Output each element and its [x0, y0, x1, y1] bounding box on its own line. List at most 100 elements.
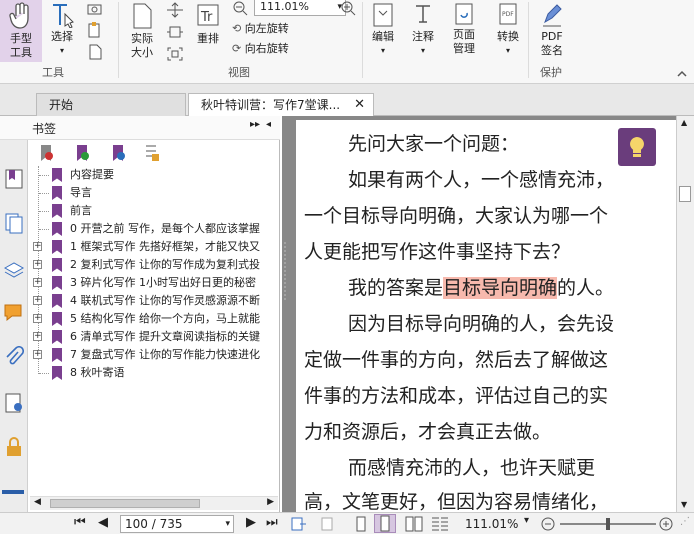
bookmark-item[interactable]: 8 秋叶寄语	[0, 364, 280, 382]
bookmark-item[interactable]: +2 复利式写作 让你的写作成为复利式投	[0, 256, 280, 274]
single-page-icon[interactable]	[352, 516, 370, 532]
close-icon[interactable]: ✕	[354, 94, 365, 116]
bookmark-item[interactable]: +6 清单式写作 提升文章阅读指标的关键	[0, 328, 280, 346]
bookmark-item[interactable]: +1 框架式写作 先搭好框架，才能又快又	[0, 238, 280, 256]
text-highlight[interactable]: 目标导向明确	[443, 277, 558, 299]
fit-width-icon[interactable]	[166, 24, 184, 40]
chevron-down-icon: ▾	[59, 46, 64, 55]
file-icon[interactable]	[86, 44, 104, 60]
tree-branch	[39, 193, 49, 194]
small-tools	[86, 2, 106, 62]
page-number-input[interactable]: 100 / 735 ▾	[120, 515, 234, 533]
add-bookmark-icon[interactable]	[74, 144, 90, 162]
page-manage-button[interactable]: 页面 管理	[446, 0, 482, 56]
scroll-up-icon[interactable]: ▲	[681, 118, 687, 127]
zoom-slider-thumb[interactable]	[606, 518, 610, 530]
reflow-button[interactable]: Tr 重排	[192, 0, 224, 46]
convert-button[interactable]: PDF 转换 ▾	[490, 0, 526, 58]
attachment-icon[interactable]	[4, 346, 24, 368]
bookmark-label: 0 开营之前 写作，是每个人都应该掌握	[70, 222, 260, 235]
delete-bookmark-icon[interactable]	[38, 144, 54, 162]
bookmark-hscroll[interactable]: ◀ ▶	[30, 496, 278, 510]
scroll-down-icon[interactable]: ▼	[681, 500, 687, 509]
zoom-out-icon[interactable]	[540, 516, 556, 532]
fit-visible-icon[interactable]	[166, 46, 184, 62]
lock-icon[interactable]	[4, 436, 24, 458]
vscroll-thumb[interactable]	[679, 186, 691, 202]
collapse-panel-icon[interactable]: ◂	[266, 119, 271, 130]
fit-tools	[166, 2, 186, 62]
zoom-select[interactable]: 111.01% ▾	[254, 0, 346, 16]
bookmark-item[interactable]: 导言	[0, 184, 280, 202]
zoom-dropdown-icon[interactable]: ▾	[524, 515, 529, 526]
rotate-right-button[interactable]: ⟳ 向右旋转	[232, 40, 289, 58]
rotate-right-label: 向右旋转	[244, 42, 289, 55]
prev-page-icon[interactable]: ◀	[98, 515, 108, 530]
bookmark-icon	[52, 186, 62, 200]
bookmark-item[interactable]: 内容提要	[0, 166, 280, 184]
expand-toggle-icon[interactable]: +	[33, 260, 42, 269]
bookmark-item[interactable]: +7 复盘式写作 让你的写作能力快速进化	[0, 346, 280, 364]
bookmark-item[interactable]: +4 联机式写作 让你的写作灵感源源不断	[0, 292, 280, 310]
document-vscroll[interactable]: ▲ ▼	[676, 116, 694, 512]
signature-panel-icon[interactable]	[4, 392, 24, 414]
comment-button[interactable]: 注释 ▾	[406, 0, 440, 58]
next-page-icon[interactable]: ▶	[246, 515, 256, 530]
tab-document[interactable]: 秋叶特训营：写作7堂课... ✕	[188, 93, 374, 116]
thumbnails-icon[interactable]	[4, 212, 24, 234]
scroll-right-icon[interactable]: ▶	[267, 497, 274, 507]
next-view-icon[interactable]	[316, 516, 334, 532]
bookmark-hscroll-thumb[interactable]	[50, 499, 200, 508]
hand-icon	[9, 2, 29, 29]
chevron-up-icon[interactable]	[676, 68, 688, 78]
expand-toggle-icon[interactable]: +	[33, 296, 42, 305]
bookmark-label: 1 框架式写作 先搭好框架，才能又快又	[70, 240, 260, 253]
scroll-left-icon[interactable]: ◀	[34, 497, 41, 507]
zoom-out-icon[interactable]	[232, 0, 248, 16]
fit-page-icon[interactable]	[166, 2, 184, 18]
screenshot-icon[interactable]	[86, 2, 104, 16]
bookmark-item[interactable]: +5 结构化写作 给你一个方向，马上就能	[0, 310, 280, 328]
expand-toggle-icon[interactable]: +	[33, 278, 42, 287]
pen-sign-icon	[543, 4, 562, 27]
svg-text:Tr: Tr	[200, 10, 213, 25]
prev-view-icon[interactable]	[290, 516, 308, 532]
bookmark-nav-icon[interactable]	[4, 168, 24, 190]
expand-toggle-icon[interactable]: +	[33, 350, 42, 359]
zoom-in-icon[interactable]	[340, 0, 356, 16]
zoom-value: 111.01%	[260, 0, 309, 13]
first-page-icon[interactable]: ⏮	[74, 515, 86, 530]
hand-tool-button[interactable]: 手型 工具	[0, 0, 42, 62]
select-button[interactable]: 选择 ▾	[44, 0, 80, 58]
add-child-bookmark-icon[interactable]	[110, 144, 126, 162]
zoom-in-icon[interactable]	[658, 516, 674, 532]
expand-panel-icon[interactable]: ▸▸	[250, 119, 260, 130]
facing-page-icon[interactable]	[404, 516, 424, 532]
continuous-view-button[interactable]	[374, 514, 396, 533]
chevron-down-icon: ▾	[505, 46, 510, 55]
text-run: 的人。	[557, 277, 615, 299]
bookmark-label: 8 秋叶寄语	[70, 366, 125, 379]
bookmark-item[interactable]: 0 开营之前 写作，是每个人都应该掌握	[0, 220, 280, 238]
bookmark-item[interactable]: 前言	[0, 202, 280, 220]
layers-icon[interactable]	[3, 258, 25, 278]
chevron-down-icon: ▾	[225, 519, 230, 529]
last-page-icon[interactable]: ⏭	[266, 515, 278, 530]
expand-toggle-icon[interactable]: +	[33, 242, 42, 251]
actual-size-button[interactable]: 实际 大小	[122, 0, 162, 60]
comments-icon[interactable]	[3, 302, 25, 324]
bookmark-item[interactable]: +3 碎片化写作 1小时写出好日更的秘密	[0, 274, 280, 292]
continuous-facing-icon[interactable]	[430, 516, 450, 532]
pdf-sign-button[interactable]: PDF 签名	[532, 0, 572, 58]
clipboard-icon[interactable]	[86, 22, 104, 38]
tips-button[interactable]	[618, 128, 656, 166]
bookmark-options-icon[interactable]	[144, 144, 160, 162]
edit-button[interactable]: 编辑 ▾	[366, 0, 400, 58]
text-line: 高，文笔更好，但因为容易情绪化，	[304, 491, 609, 512]
expand-toggle-icon[interactable]: +	[33, 332, 42, 341]
expand-toggle-icon[interactable]: +	[33, 314, 42, 323]
panel-splitter[interactable]	[282, 242, 288, 302]
tab-start[interactable]: 开始	[36, 93, 186, 116]
bookmark-icon	[52, 168, 62, 182]
rotate-left-button[interactable]: ⟲ 向左旋转	[232, 20, 289, 38]
